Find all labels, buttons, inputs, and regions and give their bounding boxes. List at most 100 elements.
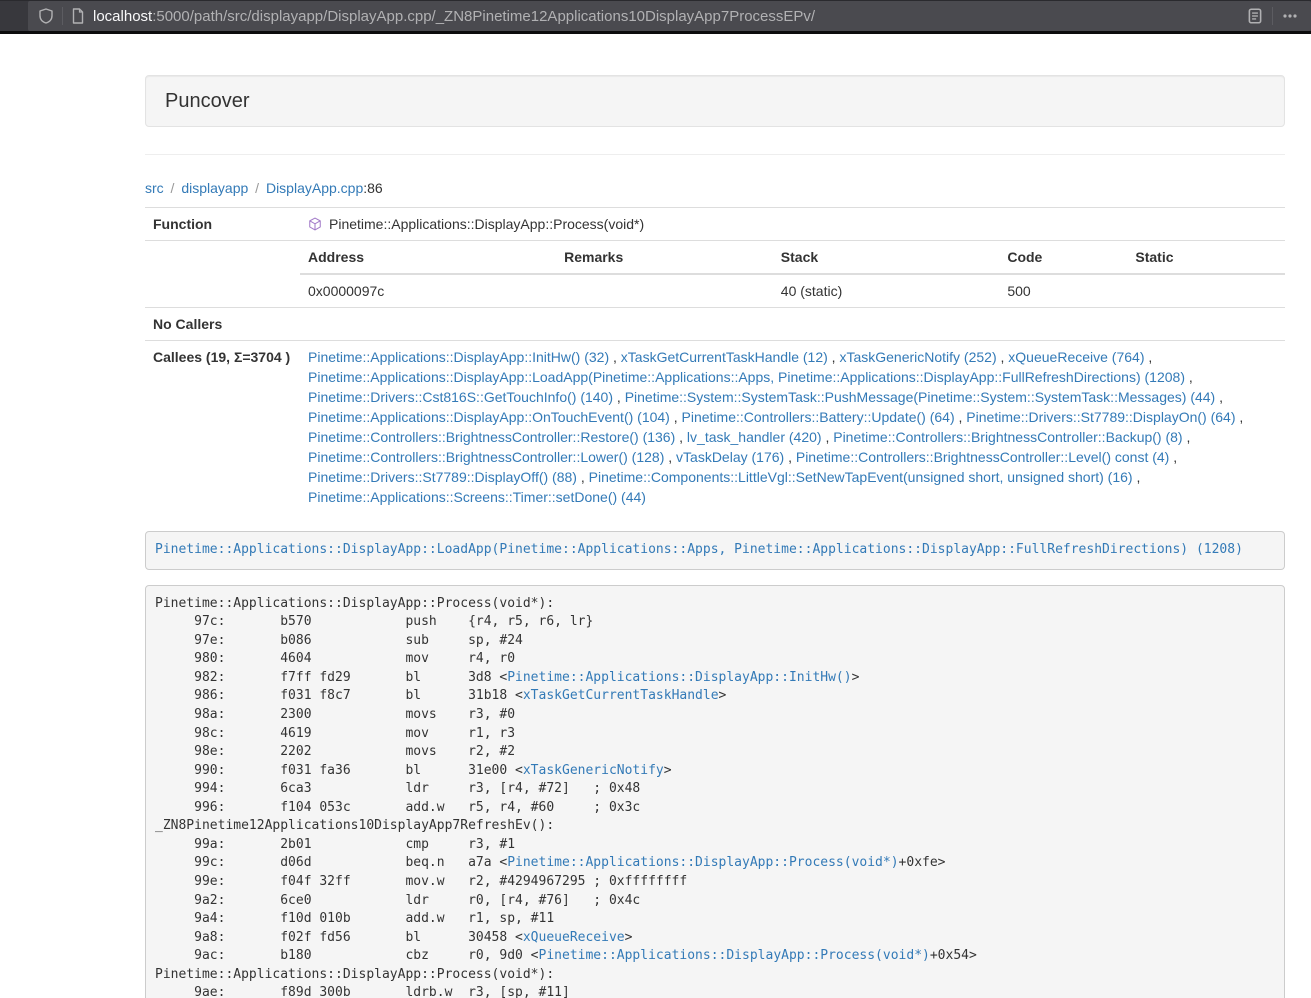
- reader-mode-icon[interactable]: [1246, 7, 1264, 25]
- callee-separator: ,: [609, 349, 621, 365]
- asm-text: 982: f7ff fd29 bl 3d8 <: [155, 670, 507, 685]
- asm-line: 994: 6ca3 ldr r3, [r4, #72] ; 0x48: [155, 780, 1275, 799]
- function-row-label: Function: [145, 208, 300, 241]
- asm-text: 98c: 4619 mov r1, r3: [155, 726, 515, 741]
- callee-link[interactable]: vTaskDelay (176): [676, 449, 784, 465]
- callee-link[interactable]: Pinetime::Applications::DisplayApp::Load…: [308, 369, 1185, 385]
- symbol-link[interactable]: xTaskGetCurrentTaskHandle: [523, 688, 719, 703]
- asm-text: 98a: 2300 movs r3, #0: [155, 707, 515, 722]
- stats-value-cell: [1127, 274, 1285, 307]
- callee-link[interactable]: Pinetime::Controllers::BrightnessControl…: [308, 449, 664, 465]
- stats-table: AddressRemarksStackCodeStatic 0x0000097c…: [300, 241, 1285, 307]
- page-actions-icon[interactable]: [1281, 8, 1299, 24]
- breadcrumb-line-number: :86: [363, 180, 382, 196]
- asm-text: Pinetime::Applications::DisplayApp::Proc…: [155, 967, 554, 982]
- callee-separator: ,: [664, 449, 676, 465]
- stats-header-cell: Code: [999, 241, 1127, 274]
- callees-row-label: Callees (19, Σ=3704 ): [145, 341, 300, 514]
- callee-link[interactable]: Pinetime::Controllers::BrightnessControl…: [833, 429, 1182, 445]
- asm-text: >: [664, 763, 672, 778]
- asm-text: +0x54>: [930, 948, 977, 963]
- asm-text: 99c: d06d beq.n a7a <: [155, 855, 507, 870]
- symbol-link[interactable]: xTaskGenericNotify: [523, 763, 664, 778]
- symbol-link[interactable]: Pinetime::Applications::DisplayApp::Proc…: [539, 948, 930, 963]
- breadcrumb-link[interactable]: displayapp: [181, 180, 248, 196]
- disassembly-block: Pinetime::Applications::DisplayApp::Proc…: [145, 585, 1285, 998]
- asm-line: 986: f031 f8c7 bl 31b18 <xTaskGetCurrent…: [155, 687, 1275, 706]
- callee-link[interactable]: xQueueReceive (764): [1008, 349, 1144, 365]
- asm-text: _ZN8Pinetime12Applications10DisplayApp7R…: [155, 818, 554, 833]
- callee-link[interactable]: Pinetime::Components::LittleVgl::SetNewT…: [589, 469, 1133, 485]
- stats-value-cell: 500: [999, 274, 1127, 307]
- asm-line: 982: f7ff fd29 bl 3d8 <Pinetime::Applica…: [155, 669, 1275, 688]
- highlighted-symbol-link[interactable]: Pinetime::Applications::DisplayApp::Load…: [155, 542, 1243, 557]
- page-icon[interactable]: [71, 8, 85, 24]
- url-text: localhost:5000/path/src/displayapp/Displ…: [93, 8, 1246, 25]
- callee-separator: ,: [822, 429, 834, 445]
- callee-link[interactable]: Pinetime::Drivers::Cst816S::GetTouchInfo…: [308, 389, 613, 405]
- breadcrumb-link[interactable]: src: [145, 180, 164, 196]
- table-row: AddressRemarksStackCodeStatic 0x0000097c…: [145, 241, 1285, 308]
- table-row: Callees (19, Σ=3704 ) Pinetime::Applicat…: [145, 341, 1285, 514]
- url-host: localhost: [93, 8, 152, 25]
- asm-line: 9a4: f10d 010b add.w r1, sp, #11: [155, 910, 1275, 929]
- callee-separator: ,: [1236, 409, 1244, 425]
- callee-separator: ,: [997, 349, 1009, 365]
- app-header-panel: Puncover: [145, 75, 1285, 127]
- asm-text: 97e: b086 sub sp, #24: [155, 633, 523, 648]
- asm-text: 97c: b570 push {r4, r5, r6, lr}: [155, 614, 593, 629]
- page-container: Puncover src / displayapp / DisplayApp.c…: [145, 75, 1285, 998]
- toolbar-divider: [1272, 7, 1273, 25]
- callee-separator: ,: [1183, 429, 1191, 445]
- callee-link[interactable]: Pinetime::Applications::DisplayApp::Init…: [308, 349, 609, 365]
- asm-text: >: [625, 930, 633, 945]
- asm-text: >: [719, 688, 727, 703]
- asm-text: 98e: 2202 movs r2, #2: [155, 744, 515, 759]
- callee-separator: ,: [784, 449, 796, 465]
- callee-separator: ,: [1144, 349, 1152, 365]
- asm-line: 97e: b086 sub sp, #24: [155, 632, 1275, 651]
- callee-link[interactable]: Pinetime::Controllers::Battery::Update()…: [682, 409, 955, 425]
- asm-line: 9ae: f89d 300b ldrb.w r3, [sp, #11]: [155, 984, 1275, 998]
- callee-separator: ,: [1215, 389, 1223, 405]
- asm-text: 9ac: b180 cbz r0, 9d0 <: [155, 948, 539, 963]
- stats-value-cell: 0x0000097c: [300, 274, 556, 307]
- url-path: :5000/path/src/displayapp/DisplayApp.cpp…: [152, 8, 815, 25]
- asm-line: 98a: 2300 movs r3, #0: [155, 706, 1275, 725]
- breadcrumb-link[interactable]: DisplayApp.cpp: [266, 180, 363, 196]
- asm-line: 99e: f04f 32ff mov.w r2, #4294967295 ; 0…: [155, 873, 1275, 892]
- symbol-link[interactable]: xQueueReceive: [523, 930, 625, 945]
- asm-text: 994: 6ca3 ldr r3, [r4, #72] ; 0x48: [155, 781, 640, 796]
- callee-link[interactable]: Pinetime::Applications::Screens::Timer::…: [308, 489, 646, 505]
- asm-text: >: [852, 670, 860, 685]
- stats-header-cell: Address: [300, 241, 556, 274]
- shield-icon[interactable]: [38, 8, 54, 24]
- browser-toolbar: localhost:5000/path/src/displayapp/Displ…: [0, 0, 1311, 34]
- callee-separator: ,: [1133, 469, 1141, 485]
- asm-text: 99e: f04f 32ff mov.w r2, #4294967295 ; 0…: [155, 874, 687, 889]
- asm-text: 996: f104 053c add.w r5, r4, #60 ; 0x3c: [155, 800, 640, 815]
- url-bar[interactable]: localhost:5000/path/src/displayapp/Displ…: [28, 1, 1311, 31]
- symbol-link[interactable]: Pinetime::Applications::DisplayApp::Init…: [507, 670, 851, 685]
- asm-line: Pinetime::Applications::DisplayApp::Proc…: [155, 595, 1275, 614]
- callee-link[interactable]: Pinetime::Controllers::BrightnessControl…: [308, 429, 675, 445]
- asm-text: 990: f031 fa36 bl 31e00 <: [155, 763, 523, 778]
- callee-link[interactable]: Pinetime::Drivers::St7789::DisplayOff() …: [308, 469, 577, 485]
- breadcrumb-separator: /: [164, 180, 182, 196]
- callee-link[interactable]: xTaskGetCurrentTaskHandle (12): [621, 349, 828, 365]
- callee-link[interactable]: xTaskGenericNotify (252): [839, 349, 996, 365]
- empty-row-label: [145, 241, 300, 308]
- callee-link[interactable]: Pinetime::Applications::DisplayApp::OnTo…: [308, 409, 670, 425]
- asm-text: 9ae: f89d 300b ldrb.w r3, [sp, #11]: [155, 985, 570, 998]
- callee-link[interactable]: Pinetime::Drivers::St7789::DisplayOn() (…: [966, 409, 1235, 425]
- asm-text: 980: 4604 mov r4, r0: [155, 651, 515, 666]
- symbol-link[interactable]: Pinetime::Applications::DisplayApp::Proc…: [507, 855, 898, 870]
- asm-text: +0xfe>: [899, 855, 946, 870]
- callee-separator: ,: [1169, 449, 1177, 465]
- function-table: Function Pinetime::Applications::Display…: [145, 207, 1285, 513]
- asm-line: 9a8: f02f fd56 bl 30458 <xQueueReceive>: [155, 929, 1275, 948]
- callee-link[interactable]: Pinetime::System::SystemTask::PushMessag…: [625, 389, 1216, 405]
- stats-header-row: AddressRemarksStackCodeStatic: [300, 241, 1285, 274]
- callee-link[interactable]: Pinetime::Controllers::BrightnessControl…: [796, 449, 1169, 465]
- callee-link[interactable]: lv_task_handler (420): [687, 429, 822, 445]
